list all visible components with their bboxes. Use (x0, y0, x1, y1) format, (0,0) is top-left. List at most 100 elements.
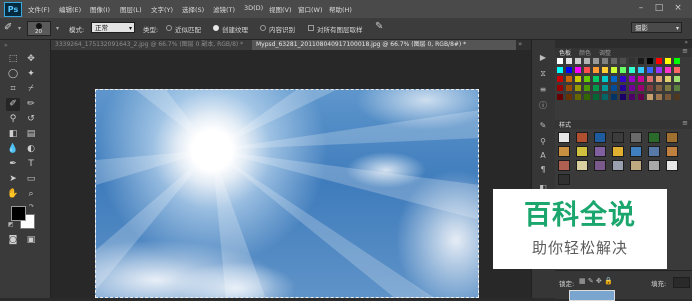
color-swatch[interactable] (620, 76, 626, 82)
color-swatch[interactable] (629, 76, 635, 82)
color-swatch[interactable] (656, 94, 662, 100)
style-preset[interactable] (576, 132, 588, 143)
color-swatch[interactable] (593, 85, 599, 91)
brush-picker-arrow-icon[interactable]: ▾ (56, 25, 59, 32)
color-swatch[interactable] (674, 85, 680, 91)
color-swatch[interactable] (566, 76, 572, 82)
style-preset[interactable] (576, 160, 588, 171)
clone-source-icon[interactable]: ⚲ (537, 136, 549, 147)
color-swatch[interactable] (557, 76, 563, 82)
color-swatch[interactable] (665, 67, 671, 73)
radio-create-texture[interactable] (213, 25, 219, 31)
default-colors-icon[interactable]: ◩ (8, 221, 14, 228)
color-swatch[interactable] (656, 85, 662, 91)
style-preset[interactable] (558, 174, 570, 185)
fill-input[interactable] (673, 277, 690, 288)
style-preset[interactable] (558, 146, 570, 157)
type-tool-icon[interactable]: T (24, 158, 38, 171)
color-swatch[interactable] (575, 76, 581, 82)
color-swatch[interactable] (665, 76, 671, 82)
tab-swatches[interactable]: 色板 (559, 48, 571, 57)
radio-proximity-match[interactable] (166, 25, 172, 31)
color-swatch[interactable] (620, 58, 626, 64)
tab-document-1[interactable]: 3339264_175132091643_2.jpg @ 66.7% (图层 0… (51, 40, 252, 50)
color-swatch[interactable] (557, 94, 563, 100)
style-preset[interactable] (630, 146, 642, 157)
lock-pixels-icon[interactable]: ▦ ✎ ✥ 🔒 (579, 277, 613, 285)
color-swatch[interactable] (602, 67, 608, 73)
style-preset[interactable] (666, 160, 678, 171)
color-swatch[interactable] (611, 94, 617, 100)
color-swatch[interactable] (584, 67, 590, 73)
color-swatch[interactable] (647, 76, 653, 82)
color-swatch[interactable] (566, 58, 572, 64)
healing-brush-tool-icon[interactable]: ✐ (6, 98, 20, 111)
style-preset[interactable] (630, 160, 642, 171)
paragraph-panel-icon[interactable]: ¶ (537, 164, 549, 175)
sky-image-canvas[interactable] (95, 89, 479, 298)
radio-content-aware[interactable] (260, 25, 266, 31)
menu-layer[interactable]: 图层(L) (120, 4, 142, 14)
menu-help[interactable]: 帮助(H) (329, 4, 352, 14)
color-swatch[interactable] (647, 67, 653, 73)
brush-picker[interactable]: 20 (27, 21, 51, 36)
blur-tool-icon[interactable]: 💧 (6, 143, 20, 156)
color-swatch[interactable] (584, 94, 590, 100)
swap-colors-icon[interactable]: ↷ (29, 203, 34, 210)
quick-mask-icon[interactable]: ◙ (6, 234, 20, 247)
color-swatch[interactable] (629, 67, 635, 73)
menu-3d[interactable]: 3D(D) (244, 4, 263, 12)
dodge-tool-icon[interactable]: ◐ (24, 143, 38, 156)
color-swatch[interactable] (602, 58, 608, 64)
style-preset[interactable] (558, 160, 570, 171)
color-swatch[interactable] (611, 76, 617, 82)
color-swatch[interactable] (638, 85, 644, 91)
color-swatch[interactable] (593, 94, 599, 100)
tool-presets-icon[interactable]: ≡ (537, 84, 549, 95)
color-swatch[interactable] (602, 76, 608, 82)
collapse-panels-icon[interactable]: » (684, 39, 688, 46)
move-tool-icon[interactable]: ✥ (24, 53, 38, 66)
color-swatch[interactable] (584, 85, 590, 91)
maximize-button[interactable]: □ (652, 2, 666, 14)
crop-tool-icon[interactable]: ⌗ (6, 83, 20, 96)
color-swatch[interactable] (638, 58, 644, 64)
color-swatch[interactable] (611, 58, 617, 64)
color-swatch[interactable] (620, 85, 626, 91)
pressure-size-icon[interactable]: ✎ (375, 21, 383, 32)
color-swatch[interactable] (575, 67, 581, 73)
menu-file[interactable]: 文件(F) (28, 4, 50, 14)
marquee-tool-icon[interactable]: ⬚ (6, 53, 20, 66)
tab-color[interactable]: 颜色 (579, 48, 591, 57)
color-swatch[interactable] (611, 67, 617, 73)
foreground-color-swatch[interactable] (11, 206, 26, 221)
healing-brush-icon[interactable]: ✐ (4, 22, 16, 34)
pen-tool-icon[interactable]: ✒ (6, 158, 20, 171)
style-preset[interactable] (630, 132, 642, 143)
color-swatch[interactable] (647, 94, 653, 100)
style-preset[interactable] (594, 160, 606, 171)
workspace-dropdown[interactable]: 摄影 ▾ (631, 22, 682, 33)
layer-thumbnail[interactable] (569, 290, 615, 301)
tab-styles[interactable]: 样式 (559, 120, 571, 129)
color-swatch[interactable] (557, 67, 563, 73)
lasso-tool-icon[interactable]: ◯ (6, 68, 20, 81)
menu-image[interactable]: 图像(I) (90, 4, 110, 14)
history-brush-tool-icon[interactable]: ↺ (24, 113, 38, 126)
color-swatch[interactable] (584, 76, 590, 82)
color-swatch[interactable] (638, 76, 644, 82)
close-button[interactable]: × (671, 2, 685, 14)
color-swatch[interactable] (665, 85, 671, 91)
color-swatch[interactable] (602, 94, 608, 100)
color-swatch[interactable] (656, 58, 662, 64)
character-panel-icon[interactable]: A (537, 150, 549, 161)
mode-dropdown[interactable]: 正常 ▾ (91, 22, 135, 33)
color-swatch[interactable] (647, 85, 653, 91)
menu-select[interactable]: 选择(S) (182, 4, 204, 14)
color-swatch[interactable] (629, 85, 635, 91)
style-preset[interactable] (594, 146, 606, 157)
color-swatch[interactable] (665, 94, 671, 100)
color-swatch[interactable] (638, 67, 644, 73)
minimize-button[interactable]: – (634, 2, 648, 14)
style-preset[interactable] (612, 146, 624, 157)
